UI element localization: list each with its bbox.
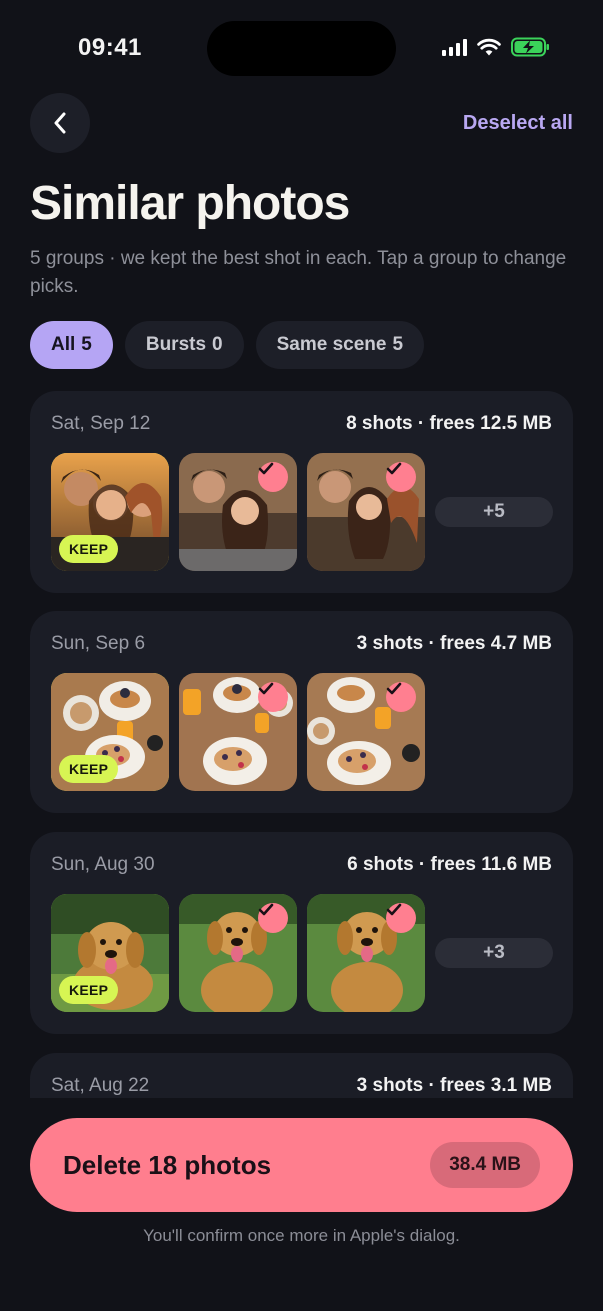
more-photos-count[interactable]: +5 bbox=[435, 497, 553, 527]
selected-check bbox=[258, 462, 288, 492]
photo-group-card[interactable]: Sun, Sep 6 3 shots · frees 4.7 MB KEEP bbox=[30, 611, 573, 813]
signal-icon bbox=[442, 38, 467, 56]
wifi-icon bbox=[477, 38, 501, 56]
delete-photos-button[interactable]: Delete 18 photos 38.4 MB bbox=[30, 1118, 573, 1212]
photo-group-list[interactable]: Sat, Sep 12 8 shots · frees 12.5 MB KEEP bbox=[30, 391, 573, 1098]
status-time: 09:41 bbox=[78, 34, 142, 61]
group-info: 3 shots · frees 4.7 MB bbox=[356, 633, 552, 654]
back-button[interactable] bbox=[30, 93, 90, 153]
photo-thumbnail-selected[interactable] bbox=[307, 673, 425, 791]
deselect-all-button[interactable]: Deselect all bbox=[463, 112, 573, 135]
photo-thumbnail-selected[interactable] bbox=[307, 894, 425, 1012]
photo-thumbnail-selected[interactable] bbox=[179, 894, 297, 1012]
group-date: Sun, Aug 30 bbox=[51, 854, 155, 875]
page-title: Similar photos bbox=[30, 177, 350, 230]
filter-chip-all[interactable]: All 5 bbox=[30, 321, 113, 369]
delete-size-pill: 38.4 MB bbox=[430, 1142, 540, 1188]
selected-check bbox=[258, 903, 288, 933]
more-photos-count[interactable]: +3 bbox=[435, 938, 553, 968]
chip-label: Same scene bbox=[276, 334, 387, 355]
check-icon bbox=[258, 462, 274, 475]
check-icon bbox=[258, 682, 274, 695]
confirmation-note: You'll confirm once more in Apple's dial… bbox=[143, 1226, 460, 1245]
photo-thumbnail-keep[interactable]: KEEP bbox=[51, 453, 169, 571]
chip-label: All bbox=[51, 334, 76, 355]
filter-chips: All 5 Bursts 0 Same scene 5 bbox=[30, 321, 425, 369]
page-subtitle: 5 groups · we kept the best shot in each… bbox=[30, 248, 567, 297]
back-chevron-icon bbox=[54, 112, 66, 134]
check-icon bbox=[386, 462, 402, 475]
photo-group-card[interactable]: Sun, Aug 30 6 shots · frees 11.6 MB KEEP bbox=[30, 832, 573, 1034]
delete-label: Delete 18 photos bbox=[63, 1149, 272, 1180]
selected-check bbox=[386, 462, 416, 492]
battery-charging-icon bbox=[511, 37, 549, 57]
check-icon bbox=[386, 682, 402, 695]
photo-thumbnail-selected[interactable] bbox=[179, 673, 297, 791]
status-icons bbox=[442, 37, 551, 57]
status-bar: 09:41 bbox=[0, 0, 603, 100]
filter-chip-same-scene[interactable]: Same scene 5 bbox=[255, 321, 425, 369]
chip-count: 5 bbox=[392, 334, 404, 355]
keep-badge: KEEP bbox=[59, 976, 119, 1004]
group-info: 8 shots · frees 12.5 MB bbox=[346, 413, 552, 434]
group-info: 6 shots · frees 11.6 MB bbox=[347, 854, 552, 875]
keep-badge: KEEP bbox=[59, 755, 119, 783]
group-date: Sat, Sep 12 bbox=[51, 413, 151, 434]
photo-group-card[interactable]: Sat, Aug 22 3 shots · frees 3.1 MB bbox=[30, 1053, 573, 1098]
photo-thumbnail-selected[interactable] bbox=[307, 453, 425, 571]
group-date: Sun, Sep 6 bbox=[51, 633, 146, 654]
photo-group-card[interactable]: Sat, Sep 12 8 shots · frees 12.5 MB KEEP bbox=[30, 391, 573, 593]
filter-chip-bursts[interactable]: Bursts 0 bbox=[124, 321, 244, 369]
selected-check bbox=[386, 682, 416, 712]
selected-check bbox=[386, 903, 416, 933]
group-info: 3 shots · frees 3.1 MB bbox=[356, 1075, 552, 1096]
chip-count: 5 bbox=[81, 334, 92, 355]
check-icon bbox=[258, 903, 274, 916]
photo-thumbnail-keep[interactable]: KEEP bbox=[51, 894, 169, 1012]
photo-thumbnail-keep[interactable]: KEEP bbox=[51, 673, 169, 791]
dynamic-island bbox=[207, 21, 396, 76]
check-icon bbox=[386, 903, 402, 916]
keep-badge: KEEP bbox=[59, 535, 119, 563]
photo-thumbnail-selected[interactable] bbox=[179, 453, 297, 571]
selected-check bbox=[258, 682, 288, 712]
group-date: Sat, Aug 22 bbox=[51, 1075, 150, 1096]
chip-label: Bursts bbox=[145, 334, 207, 355]
chip-count: 0 bbox=[212, 334, 223, 355]
